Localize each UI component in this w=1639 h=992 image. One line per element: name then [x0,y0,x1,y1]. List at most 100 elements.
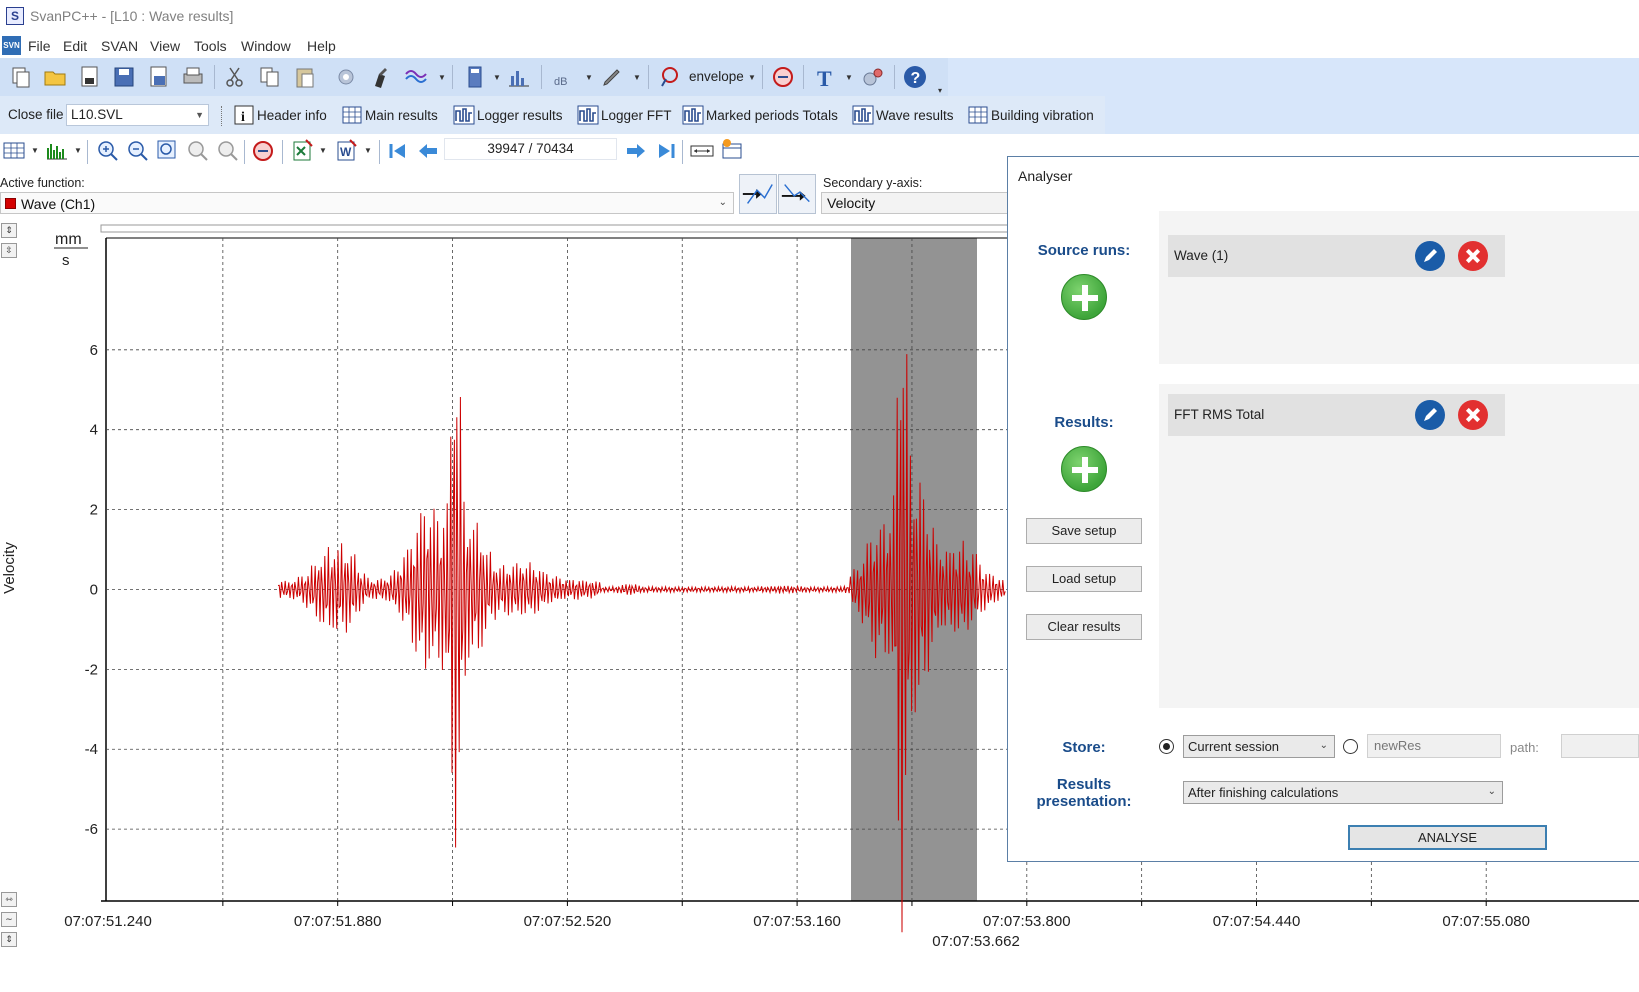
grid-view-icon[interactable] [2,138,28,164]
go-previous-icon[interactable] [415,138,441,164]
save-setup-button[interactable]: Save setup [1026,518,1142,544]
help-icon[interactable]: ? [902,64,928,90]
menu-bar: SVN File Edit SVAN View Tools Window Hel… [0,34,1639,58]
add-source-run-button[interactable] [1061,274,1107,320]
pen-icon[interactable] [599,64,625,90]
result-item[interactable]: FFT RMS Total [1168,394,1505,436]
load-setup-button[interactable]: Load setup [1026,566,1142,592]
envelope-icon[interactable] [658,64,684,90]
zoom-in-icon[interactable] [95,138,121,164]
open-folder-icon[interactable] [42,64,68,90]
zoom-reset-icon[interactable] [250,138,276,164]
close-file-label[interactable]: Close file [8,107,64,122]
save-icon[interactable] [111,64,137,90]
source-run-item[interactable]: Wave (1) [1168,235,1505,277]
probe-icon[interactable] [367,64,393,90]
svg-text:i: i [241,110,245,125]
paste-icon[interactable] [292,64,318,90]
communication-icon[interactable] [403,64,429,90]
menu-file[interactable]: File [28,38,51,54]
toolbar-overflow-icon[interactable]: ▾ [938,86,942,95]
clear-results-button[interactable]: Clear results [1026,614,1142,640]
save-as-icon[interactable] [146,64,172,90]
header-info-button[interactable]: i Header info [233,101,327,129]
chevron-down-icon[interactable]: ▼ [364,146,372,155]
chevron-down-icon[interactable]: ▼ [845,73,853,82]
zoom-fit-icon[interactable] [155,138,181,164]
chevron-down-icon[interactable]: ▼ [74,146,82,155]
main-results-button[interactable]: Main results [341,101,438,129]
export-word-icon[interactable]: W [334,138,360,164]
logger-results-button[interactable]: Logger results [453,101,563,129]
analyse-button[interactable]: ANALYSE [1348,825,1547,850]
edit-icon[interactable] [1415,400,1445,430]
chevron-down-icon[interactable]: ▼ [633,73,641,82]
chevron-down-icon[interactable]: ▼ [585,73,593,82]
results-presentation-select[interactable]: After finishing calculations ⌄ [1183,781,1503,804]
zoom-out-icon[interactable] [125,138,151,164]
logger-fft-button[interactable]: Logger FFT [577,101,672,129]
unit-numerator: mm [55,231,82,248]
wave-results-button[interactable]: Wave results [852,101,954,129]
chevron-down-icon[interactable]: ▼ [438,73,446,82]
chevron-down-icon[interactable]: ▼ [319,146,327,155]
export-excel-icon[interactable] [290,138,316,164]
store-select[interactable]: Current session ⌄ [1183,735,1335,758]
menu-view[interactable]: View [150,38,180,54]
record-counter[interactable]: 39947 / 70434 [444,138,617,160]
menu-edit[interactable]: Edit [63,38,87,54]
building-vibration-button[interactable]: Building vibration [967,101,1094,129]
bar-chart-icon[interactable] [506,64,532,90]
active-function-select[interactable]: Wave (Ch1) ⌄ [0,192,734,214]
cursor-range-icon[interactable] [689,138,715,164]
open-file-icon[interactable] [77,64,103,90]
x-tick-label: 07:07:54.440 [1213,913,1301,930]
y-tick-label: 0 [90,581,98,598]
cut-icon[interactable] [222,64,248,90]
envelope-label[interactable]: envelope [689,69,744,84]
file-select[interactable]: L10.SVL ▼ [66,104,209,126]
spectrum-icon[interactable] [44,138,70,164]
zoom-reset-icon[interactable] [770,64,796,90]
chart-scroll-strip[interactable] [100,224,1010,233]
edit-icon[interactable] [1415,241,1445,271]
chevron-down-icon[interactable]: ▼ [493,73,501,82]
calculator-icon[interactable] [462,64,488,90]
delete-icon[interactable] [1458,400,1488,430]
result-name-field[interactable]: newRes [1367,734,1501,758]
zoom-next-icon[interactable] [215,138,241,164]
menu-svan[interactable]: SVAN [101,38,138,54]
add-result-button[interactable] [1061,446,1107,492]
marked-periods-totals-button[interactable]: Marked periods Totals [682,101,838,129]
secondary-axis-select[interactable]: Velocity [821,192,1011,214]
copy-window-icon[interactable] [8,64,34,90]
marker-icon[interactable] [719,138,745,164]
store-session-radio[interactable] [1159,739,1174,754]
go-first-icon[interactable] [385,138,411,164]
menu-tools[interactable]: Tools [194,38,227,54]
path-field[interactable] [1561,734,1639,758]
store-file-radio[interactable] [1343,739,1358,754]
menu-help[interactable]: Help [307,38,336,54]
chevron-down-icon: ⌄ [718,197,727,208]
x-tick-label: 07:07:55.080 [1442,913,1530,930]
settings-gear-icon[interactable] [333,64,359,90]
primary-axis-button[interactable] [739,174,777,214]
zoom-previous-icon[interactable] [185,138,211,164]
print-icon[interactable] [180,64,206,90]
axis-right-icon [781,184,810,203]
y-tick-label: 2 [90,502,98,519]
logger-icon [453,105,475,125]
secondary-axis-label: Secondary y-axis: [823,176,923,190]
copy-icon[interactable] [257,64,283,90]
text-tool-icon[interactable]: T [812,64,838,90]
delete-icon[interactable] [1458,241,1488,271]
go-last-icon[interactable] [653,138,679,164]
go-next-icon[interactable] [623,138,649,164]
chevron-down-icon[interactable]: ▼ [748,73,756,82]
options-gears-icon[interactable] [860,64,886,90]
secondary-axis-button[interactable] [778,174,816,214]
chevron-down-icon[interactable]: ▼ [31,146,39,155]
db-units-icon[interactable]: dB [551,64,577,90]
menu-window[interactable]: Window [241,38,291,54]
